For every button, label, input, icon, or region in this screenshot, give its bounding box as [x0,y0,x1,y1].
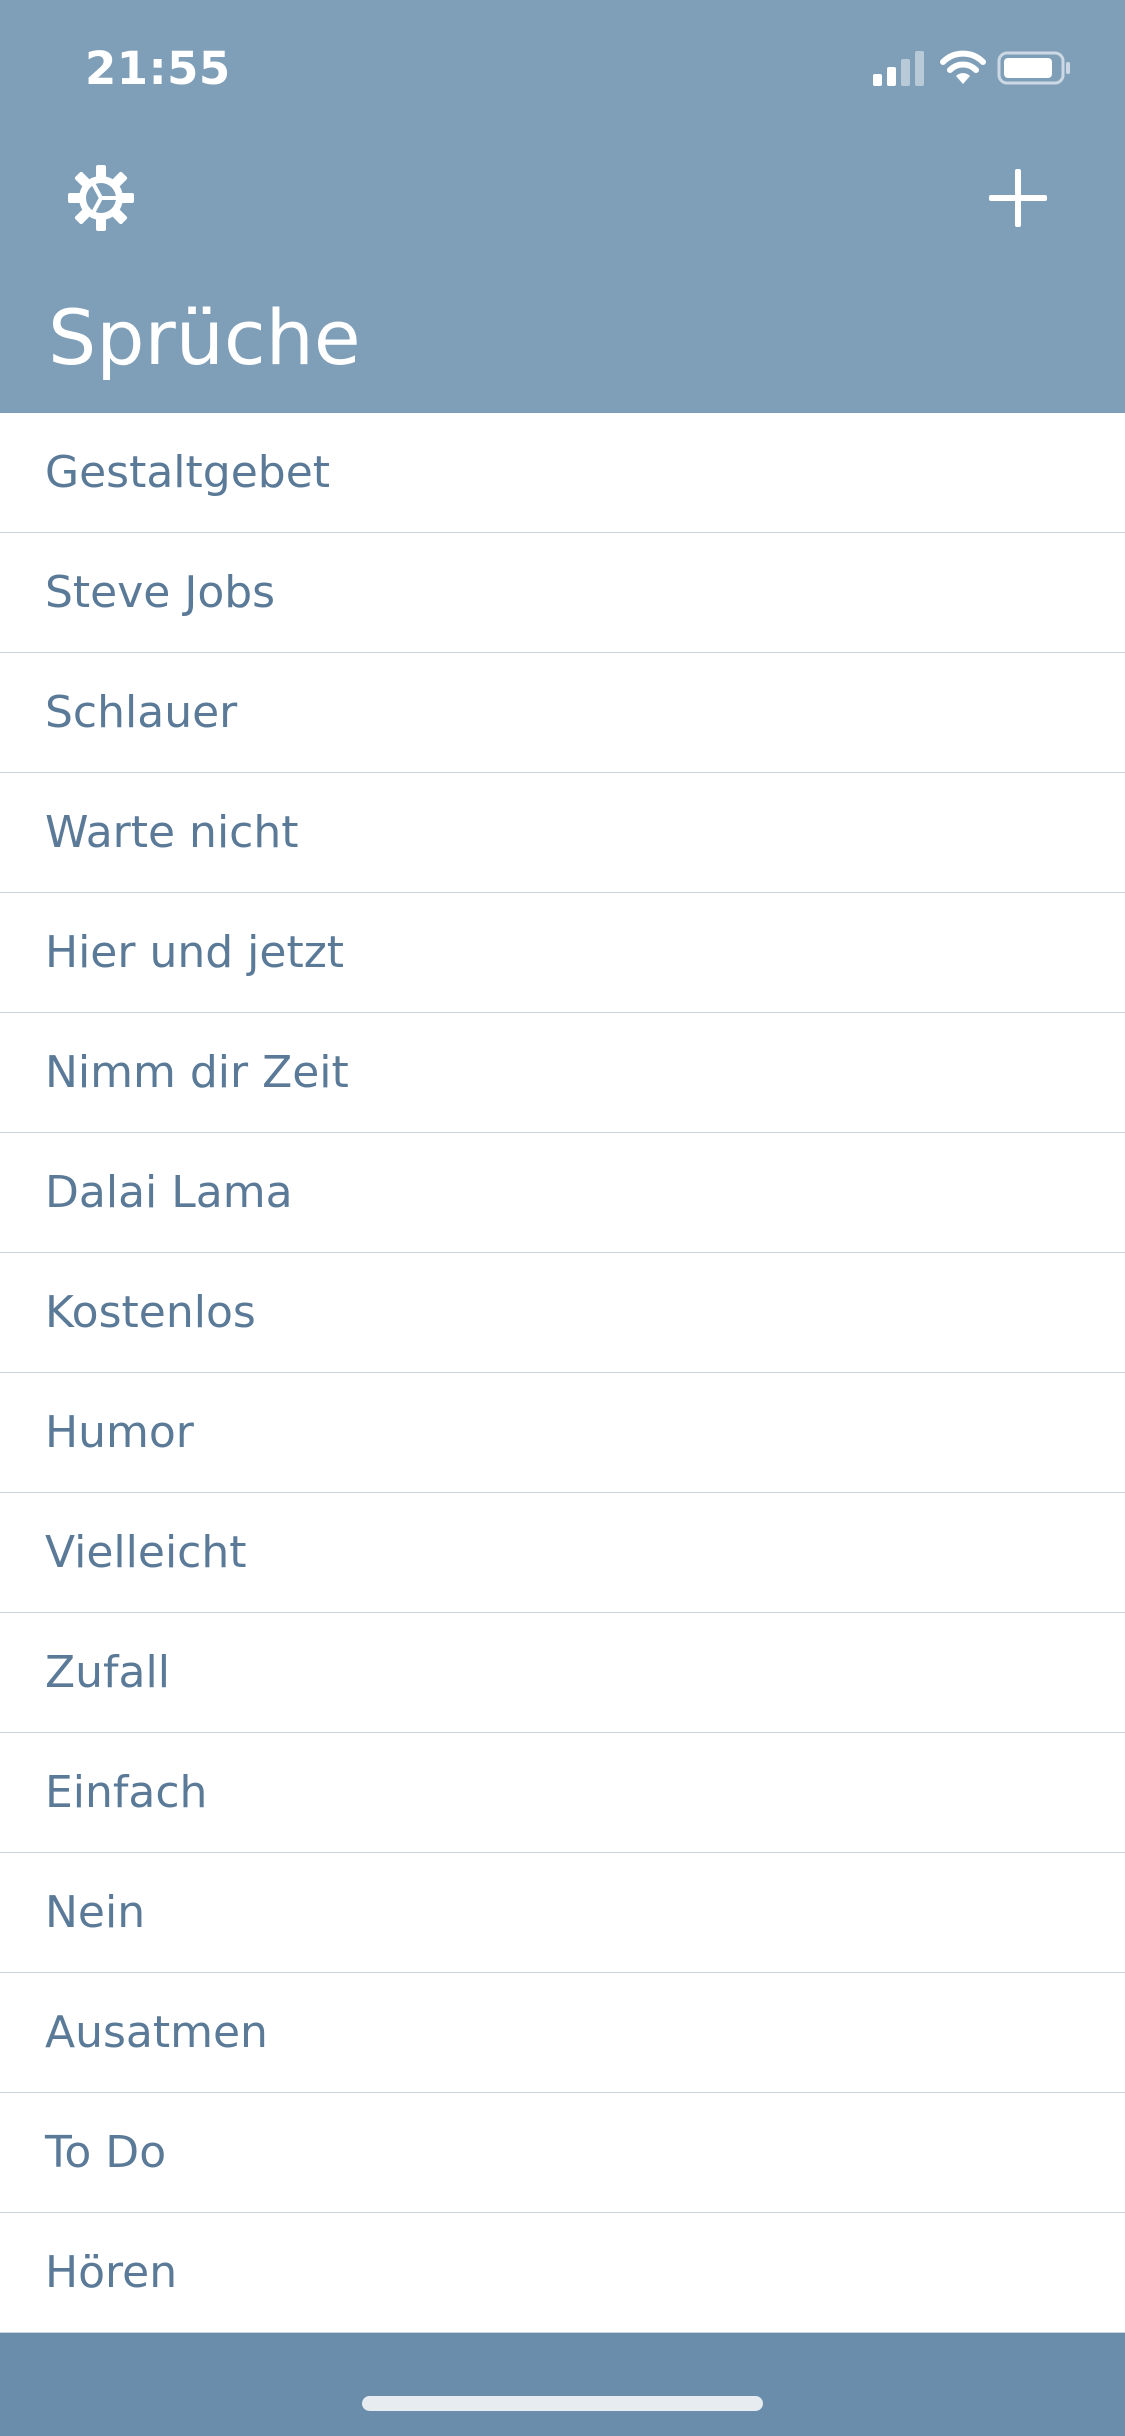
list-item[interactable]: Zufall [0,1613,1125,1733]
list-item[interactable]: Vielleicht [0,1493,1125,1613]
list-item[interactable]: Nimm dir Zeit [0,1013,1125,1133]
list-item-label: Humor [45,1406,194,1458]
list-item[interactable]: Warte nicht [0,773,1125,893]
list-item-label: Kostenlos [45,1286,256,1338]
header-bar: 21:55 Sprüche [0,0,1125,413]
status-icons [873,50,1083,92]
list-item-label: Dalai Lama [45,1166,293,1218]
list-item-label: Schlauer [45,686,238,738]
list-item[interactable]: Dalai Lama [0,1133,1125,1253]
battery-icon [997,51,1070,85]
list-item[interactable]: Steve Jobs [0,533,1125,653]
list-item[interactable]: Nein [0,1853,1125,1973]
settings-button[interactable] [66,163,136,233]
list-item-label: Hier und jetzt [45,926,345,978]
list-item-label: Hören [45,2246,178,2298]
status-time: 21:55 [85,42,231,95]
plus-icon [989,169,1047,227]
home-indicator[interactable] [362,2396,763,2411]
add-button[interactable] [983,163,1053,233]
list-item-label: To Do [45,2126,167,2178]
list-item-label: Nein [45,1886,146,1938]
list-item-label: Gestaltgebet [45,446,331,498]
list-item[interactable]: Gestaltgebet [0,413,1125,533]
list-item-label: Zufall [45,1646,170,1698]
list-item[interactable]: Einfach [0,1733,1125,1853]
list-item[interactable]: To Do [0,2093,1125,2213]
list-item-label: Einfach [45,1766,208,1818]
page-title: Sprüche [48,293,361,382]
bottom-bar [0,2333,1125,2436]
gear-icon [68,165,134,231]
list-item-label: Ausatmen [45,2006,268,2058]
list-item[interactable]: Humor [0,1373,1125,1493]
list-item[interactable]: Schlauer [0,653,1125,773]
list-item[interactable]: Ausatmen [0,1973,1125,2093]
list-item-label: Warte nicht [45,806,299,858]
wifi-icon [940,50,986,84]
list-item-label: Vielleicht [45,1526,247,1578]
list-item[interactable]: Hier und jetzt [0,893,1125,1013]
quote-list: Gestaltgebet Steve Jobs Schlauer Warte n… [0,413,1125,2333]
list-item[interactable]: Hören [0,2213,1125,2333]
list-item-label: Steve Jobs [45,566,276,618]
list-item[interactable]: Kostenlos [0,1253,1125,1373]
list-item-label: Nimm dir Zeit [45,1046,349,1098]
cellular-signal-icon [873,51,924,86]
